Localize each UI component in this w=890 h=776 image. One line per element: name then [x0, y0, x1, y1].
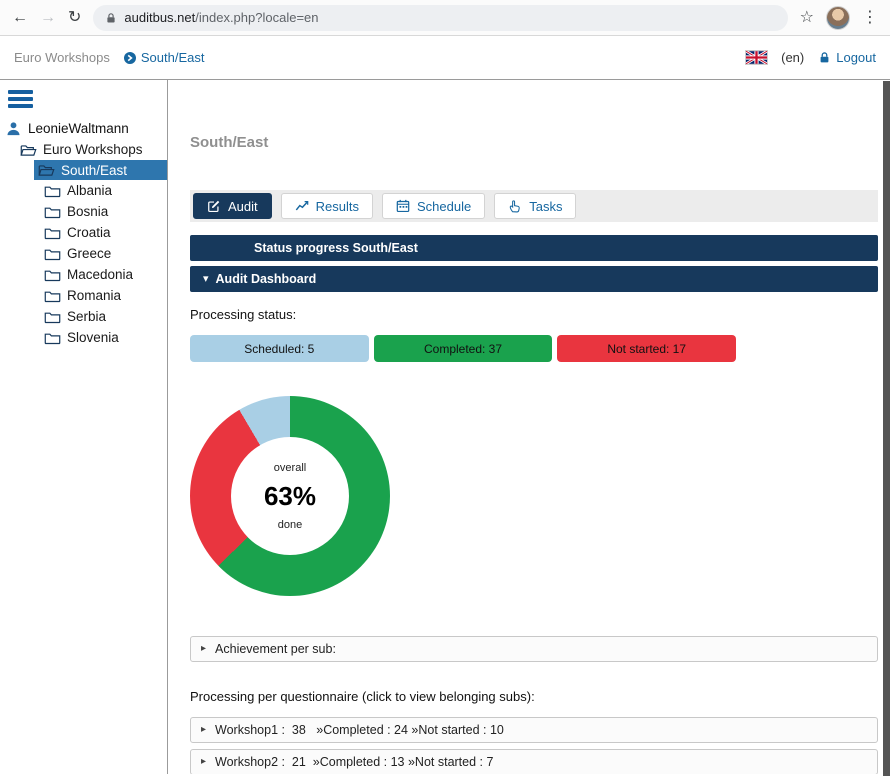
browser-menu-icon[interactable]: ⋮ — [862, 10, 878, 26]
status-progress-header[interactable]: Status progress South/East — [190, 235, 878, 261]
tree-label: Serbia — [67, 309, 106, 324]
tree-label: Albania — [67, 183, 112, 198]
forward-icon[interactable]: → — [40, 10, 56, 26]
status-progress-label: Status progress South/East — [254, 241, 418, 255]
sidebar-item-south-east[interactable]: South/East — [34, 160, 167, 180]
menu-icon[interactable] — [8, 90, 33, 108]
page-title: South/East — [190, 134, 890, 151]
tab-bar: Audit Results Schedule Tasks — [190, 190, 878, 222]
workshop1-label: Workshop1 : 38 »Completed : 24 »Not star… — [215, 723, 504, 737]
workshop2-panel[interactable]: ▸ Workshop2 : 21 »Completed : 13 »Not st… — [190, 749, 878, 774]
folder-icon — [44, 226, 61, 240]
edit-icon — [207, 199, 221, 213]
main-content: South/East Audit Results Schedule Tasks … — [168, 80, 890, 774]
page-body: LeonieWaltmann Euro Workshops South/East… — [0, 80, 890, 774]
folder-icon — [44, 331, 61, 345]
padlock-icon — [105, 12, 117, 24]
calendar-icon — [396, 199, 410, 213]
url-host: auditbus.net — [124, 10, 195, 25]
folder-icon — [44, 247, 61, 261]
tree-label: Euro Workshops — [43, 142, 143, 157]
folder-icon — [44, 268, 61, 282]
caret-right-icon: ▸ — [201, 757, 206, 767]
folder-icon — [44, 205, 61, 219]
caret-right-icon: ▸ — [201, 725, 206, 735]
sidebar-item-slovenia[interactable]: Slovenia — [0, 327, 167, 348]
sidebar-item-romania[interactable]: Romania — [0, 285, 167, 306]
folder-open-icon — [20, 143, 37, 157]
url-text: auditbus.net/index.php?locale=en — [124, 10, 318, 25]
scrollbar[interactable] — [883, 81, 890, 776]
folder-open-icon — [38, 163, 55, 177]
sidebar-item-euro-workshops[interactable]: Euro Workshops — [0, 139, 167, 160]
donut-center: overall 63% done — [231, 437, 349, 555]
sidebar-item-albania[interactable]: Albania — [0, 180, 167, 201]
tree-label: Greece — [67, 246, 111, 261]
tree-label: Slovenia — [67, 330, 119, 345]
brand-label: Euro Workshops — [14, 50, 110, 65]
sidebar-item-croatia[interactable]: Croatia — [0, 222, 167, 243]
donut-center-value: 63% — [264, 481, 316, 512]
sidebar-item-bosnia[interactable]: Bosnia — [0, 201, 167, 222]
sidebar-item-serbia[interactable]: Serbia — [0, 306, 167, 327]
tab-label: Results — [316, 199, 359, 214]
donut-center-top: overall — [274, 462, 306, 474]
tab-tasks[interactable]: Tasks — [494, 193, 576, 219]
folder-icon — [44, 184, 61, 198]
not-started-badge[interactable]: Not started: 17 — [557, 335, 736, 362]
tree-label: Bosnia — [67, 204, 108, 219]
processing-status-label: Processing status: — [190, 307, 890, 322]
caret-right-icon: ▸ — [201, 644, 206, 654]
logout-label: Logout — [836, 50, 876, 65]
tree-label: Croatia — [67, 225, 111, 240]
donut-center-bottom: done — [278, 519, 302, 531]
app-header: Euro Workshops South/East (en) Logout — [0, 36, 890, 80]
locale-label[interactable]: (en) — [781, 50, 804, 65]
tab-results[interactable]: Results — [281, 193, 373, 219]
sidebar-item-greece[interactable]: Greece — [0, 243, 167, 264]
tab-label: Schedule — [417, 199, 471, 214]
audit-dashboard-header[interactable]: ▾ Audit Dashboard — [190, 266, 878, 292]
tree-label: South/East — [61, 163, 127, 178]
line-chart-icon — [295, 199, 309, 213]
user-row[interactable]: LeonieWaltmann — [6, 121, 167, 136]
achievement-panel[interactable]: ▸ Achievement per sub: — [190, 636, 878, 662]
user-name: LeonieWaltmann — [28, 121, 129, 136]
logout-lock-icon — [818, 51, 831, 64]
tree-label: Romania — [67, 288, 121, 303]
workshop1-panel[interactable]: ▸ Workshop1 : 38 »Completed : 24 »Not st… — [190, 717, 878, 743]
tab-audit[interactable]: Audit — [193, 193, 272, 219]
tab-label: Audit — [228, 199, 258, 214]
achievement-label: Achievement per sub: — [215, 642, 336, 656]
browser-toolbar: ← → ↻ auditbus.net/index.php?locale=en ☆… — [0, 0, 890, 36]
donut-chart: overall 63% done — [190, 396, 390, 596]
logout-link[interactable]: Logout — [818, 50, 876, 65]
workshop2-label: Workshop2 : 21 »Completed : 13 »Not star… — [215, 755, 493, 769]
folder-icon — [44, 289, 61, 303]
back-icon[interactable]: ← — [12, 10, 28, 26]
completed-badge[interactable]: Completed: 37 — [374, 335, 553, 362]
caret-down-icon: ▾ — [203, 274, 209, 285]
tree-label: Macedonia — [67, 267, 133, 282]
scheduled-badge[interactable]: Scheduled: 5 — [190, 335, 369, 362]
bookmark-star-icon[interactable]: ☆ — [800, 10, 814, 26]
audit-dashboard-label: Audit Dashboard — [216, 272, 317, 286]
url-path: /index.php?locale=en — [195, 10, 318, 25]
breadcrumb[interactable]: South/East — [124, 50, 205, 65]
breadcrumb-label: South/East — [141, 50, 205, 65]
status-legend: Scheduled: 5 Completed: 37 Not started: … — [190, 335, 736, 362]
hand-icon — [508, 199, 522, 213]
sidebar: LeonieWaltmann Euro Workshops South/East… — [0, 80, 168, 774]
uk-flag-icon[interactable] — [746, 51, 767, 64]
user-icon — [6, 121, 21, 136]
sidebar-item-macedonia[interactable]: Macedonia — [0, 264, 167, 285]
profile-avatar[interactable] — [826, 6, 850, 30]
address-bar[interactable]: auditbus.net/index.php?locale=en — [93, 5, 787, 31]
tab-schedule[interactable]: Schedule — [382, 193, 485, 219]
reload-icon[interactable]: ↻ — [68, 10, 81, 26]
tab-label: Tasks — [529, 199, 562, 214]
folder-icon — [44, 310, 61, 324]
breadcrumb-arrow-icon — [124, 52, 136, 64]
questionnaire-label: Processing per questionnaire (click to v… — [190, 689, 890, 704]
